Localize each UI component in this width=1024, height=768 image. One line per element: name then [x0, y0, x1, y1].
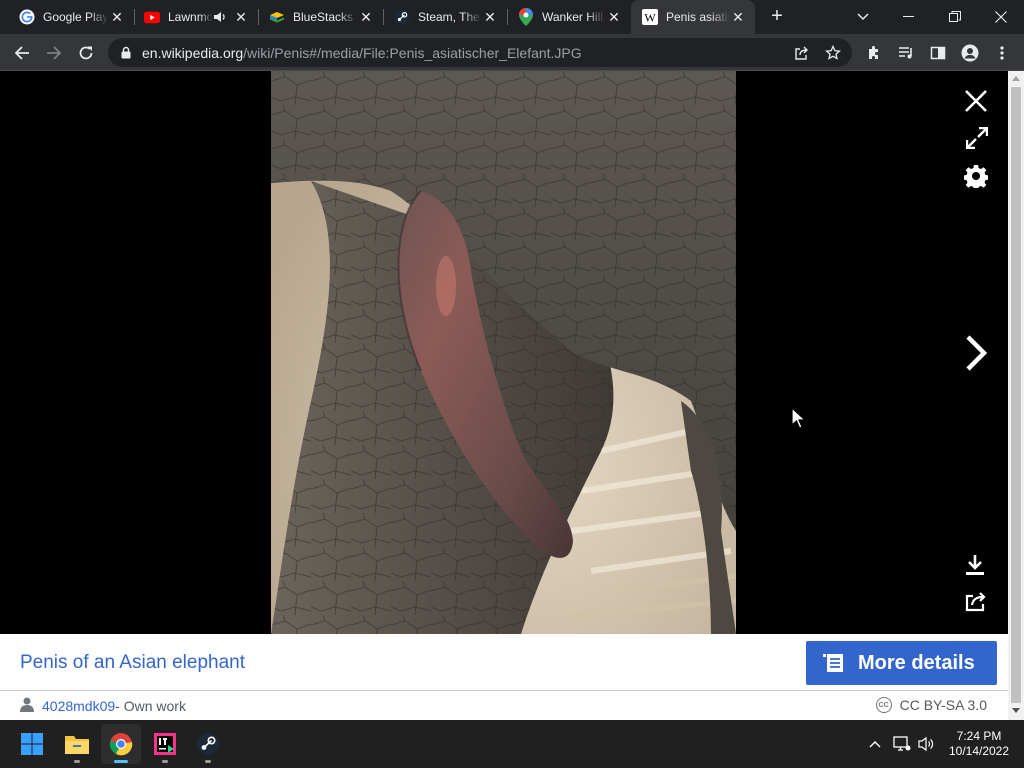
mouse-cursor-icon [791, 406, 807, 434]
browser-toolbar: en.wikipedia.org/wiki/Penis#/media/File:… [0, 34, 1024, 71]
tab-title: Penis asiatischer [666, 10, 730, 24]
address-bar[interactable]: en.wikipedia.org/wiki/Penis#/media/File:… [108, 38, 852, 67]
author-info: 4028mdk09 - Own work [20, 697, 186, 715]
tab-title: Google Play [43, 10, 109, 24]
extensions-icon[interactable] [860, 39, 888, 67]
running-indicator [162, 760, 168, 763]
lock-icon[interactable] [121, 46, 131, 64]
svg-text:W: W [644, 11, 656, 25]
next-image-chevron-icon[interactable] [960, 333, 992, 373]
reload-icon[interactable] [72, 39, 100, 67]
windows-start-icon[interactable] [12, 724, 52, 764]
tab-close-icon[interactable]: ✕ [482, 9, 498, 25]
download-icon[interactable] [960, 550, 990, 580]
close-viewer-icon[interactable] [961, 86, 991, 116]
tab-title: Lawnmower [168, 10, 213, 24]
bluestacks-icon [269, 9, 285, 25]
profile-avatar-icon[interactable] [956, 39, 984, 67]
tab-search-icon[interactable] [840, 0, 886, 34]
author-suffix: - Own work [115, 698, 186, 714]
wikipedia-icon: W [642, 9, 658, 25]
creative-commons-icon: CC [875, 697, 892, 713]
clock-date: 10/14/2022 [948, 744, 1010, 758]
share-icon[interactable] [791, 42, 813, 64]
user-icon [20, 697, 34, 715]
tab-wanker-hill[interactable]: Wanker Hill ✕ [507, 0, 631, 34]
tab-close-icon[interactable]: ✕ [606, 9, 622, 25]
tab-title: Steam, The [418, 10, 480, 24]
scrollbar-thumb[interactable] [1011, 87, 1021, 703]
article-icon [822, 652, 844, 674]
restore-icon[interactable] [932, 0, 978, 34]
google-icon [19, 9, 35, 25]
audio-playing-icon[interactable] [213, 10, 227, 24]
volume-icon[interactable] [917, 734, 937, 754]
tab-close-icon[interactable]: ✕ [233, 9, 249, 25]
steam-taskbar-icon[interactable] [188, 724, 228, 764]
more-details-button[interactable]: More details [806, 641, 997, 685]
url-text[interactable]: en.wikipedia.org/wiki/Penis#/media/File:… [142, 45, 582, 61]
tab-steam[interactable]: Steam, The ✕ [383, 0, 508, 34]
license-info[interactable]: CC CC BY-SA 3.0 [875, 697, 987, 713]
media-viewer [0, 71, 1008, 634]
chrome-menu-icon[interactable] [988, 39, 1016, 67]
back-icon[interactable] [8, 39, 36, 67]
system-clock[interactable]: 7:24 PM 10/14/2022 [944, 729, 1014, 759]
tab-strip: Google Play ✕ Lawnmower ✕ BlueStacks ✕ S… [0, 0, 1024, 34]
chrome-icon[interactable] [101, 724, 141, 764]
media-control-icon[interactable] [892, 39, 920, 67]
tab-title: BlueStacks [293, 10, 354, 24]
url-host: en.wikipedia.org [142, 45, 244, 61]
tab-penis-asiatischer[interactable]: W Penis asiatischer ✕ [631, 0, 755, 34]
new-tab-icon[interactable]: + [765, 5, 789, 29]
media-caption[interactable]: Penis of an Asian elephant [20, 652, 245, 674]
maps-pin-icon [518, 8, 534, 26]
fullscreen-icon[interactable] [962, 123, 992, 153]
scroll-up-arrow-icon[interactable] [1012, 76, 1020, 81]
more-details-label: More details [858, 651, 975, 674]
intellij-icon[interactable] [145, 724, 185, 764]
page-scrollbar[interactable] [1008, 71, 1024, 720]
forward-icon[interactable] [40, 39, 68, 67]
clock-time: 7:24 PM [956, 729, 1002, 743]
media-image[interactable] [271, 71, 736, 634]
tab-bluestacks[interactable]: BlueStacks ✕ [258, 0, 384, 34]
license-label: CC BY-SA 3.0 [899, 697, 987, 713]
youtube-icon [144, 9, 160, 25]
side-panel-icon[interactable] [924, 39, 952, 67]
active-indicator [114, 760, 128, 763]
author-link[interactable]: 4028mdk09 [42, 698, 115, 714]
running-indicator [205, 760, 211, 763]
settings-gear-icon[interactable] [961, 161, 991, 191]
tab-close-icon[interactable]: ✕ [358, 9, 374, 25]
minimize-icon[interactable] [886, 0, 932, 34]
url-path: /wiki/Penis#/media/File:Penis_asiatische… [243, 45, 582, 61]
scroll-down-arrow-icon[interactable] [1012, 708, 1020, 713]
tab-close-icon[interactable]: ✕ [109, 9, 125, 25]
tab-title: Wanker Hill [542, 10, 603, 24]
file-explorer-icon[interactable] [57, 724, 97, 764]
tab-lawnmower[interactable]: Lawnmower ✕ [133, 0, 259, 34]
tab-google-play[interactable]: Google Play ✕ [8, 0, 135, 34]
media-info-bar: Penis of an Asian elephant More details … [0, 634, 1008, 720]
bookmark-star-icon[interactable] [822, 42, 844, 64]
network-icon[interactable] [892, 734, 912, 754]
windows-taskbar: 7:24 PM 10/14/2022 [0, 720, 1024, 768]
tab-close-icon[interactable]: ✕ [730, 9, 746, 25]
share-media-icon[interactable] [961, 587, 991, 617]
running-indicator [74, 760, 80, 763]
show-hidden-icons-chevron-icon[interactable] [865, 734, 885, 754]
steam-icon [394, 9, 410, 25]
close-window-icon[interactable] [978, 0, 1024, 34]
attribution-row: 4028mdk09 - Own work CC CC BY-SA 3.0 [0, 690, 1008, 720]
